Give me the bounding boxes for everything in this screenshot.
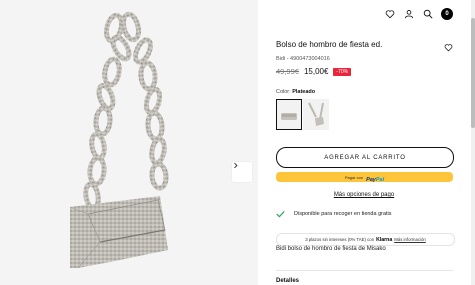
check-icon: [276, 210, 285, 218]
klarna-banner: 3 plazos sin intereses (0% TAE) con Klar…: [276, 233, 455, 246]
scrollbar[interactable]: [471, 0, 475, 285]
search-icon: [423, 9, 433, 19]
details-accordion-toggle[interactable]: Detalles: [276, 278, 299, 284]
availability-text: Disponible para recoger en tienda gratis: [294, 211, 392, 217]
swatch-bag-side-image: [308, 102, 324, 126]
klarna-more-info-link[interactable]: Más información: [394, 237, 426, 242]
cart-badge[interactable]: 0: [441, 8, 453, 20]
klarna-text: 3 plazos sin intereses (0% TAE) con: [305, 237, 375, 242]
color-label: Color: Plateado: [276, 89, 315, 95]
product-title: Bolso de hombro de fiesta ed.: [276, 40, 383, 49]
search-button[interactable]: [422, 8, 434, 20]
klarna-logo: Klarna: [376, 236, 393, 243]
header-icons: 0: [384, 8, 453, 20]
paypal-button[interactable]: Pagar con PayPal: [276, 172, 453, 183]
gallery-next-button[interactable]: [232, 162, 252, 182]
swatch-bag-front-image: [281, 113, 297, 120]
paypal-logo: PayPal: [366, 177, 385, 183]
store-pickup-availability: Disponible para recoger en tienda gratis: [276, 210, 392, 218]
more-payment-options-link[interactable]: Más opciones de pago: [258, 192, 470, 198]
add-to-wishlist-button[interactable]: [444, 39, 453, 57]
color-swatch-alt-view[interactable]: [303, 99, 329, 130]
price-block: 49,99€ 15,00€ -70%: [276, 67, 352, 76]
account-button[interactable]: [403, 8, 415, 20]
chevron-right-icon: [234, 162, 238, 169]
color-swatch-plateado[interactable]: [276, 99, 302, 130]
scrollbar-thumb[interactable]: [471, 18, 475, 128]
product-gallery: [0, 0, 258, 285]
color-value: Plateado: [292, 89, 316, 95]
product-image: [69, 11, 169, 269]
divider: [276, 270, 453, 271]
product-info-panel: 0 Bolso de hombro de fiesta ed. Bidi - 4…: [258, 0, 475, 285]
heart-icon: [444, 44, 453, 52]
color-label-text: Color:: [276, 89, 291, 95]
old-price: 49,99€: [276, 67, 299, 76]
add-to-cart-button[interactable]: AGREGAR AL CARRITO: [276, 147, 454, 168]
current-price: 15,00€: [303, 67, 329, 76]
paypal-prefix: Pagar con: [344, 174, 364, 180]
discount-badge: -70%: [333, 67, 352, 76]
heart-icon: [385, 10, 395, 19]
wishlist-button[interactable]: [384, 8, 396, 20]
product-description: Bidi bolso de hombro de fiesta de Misako: [276, 246, 386, 252]
user-icon: [404, 10, 414, 19]
product-sku: Bidi - 4900473004016: [276, 56, 330, 62]
